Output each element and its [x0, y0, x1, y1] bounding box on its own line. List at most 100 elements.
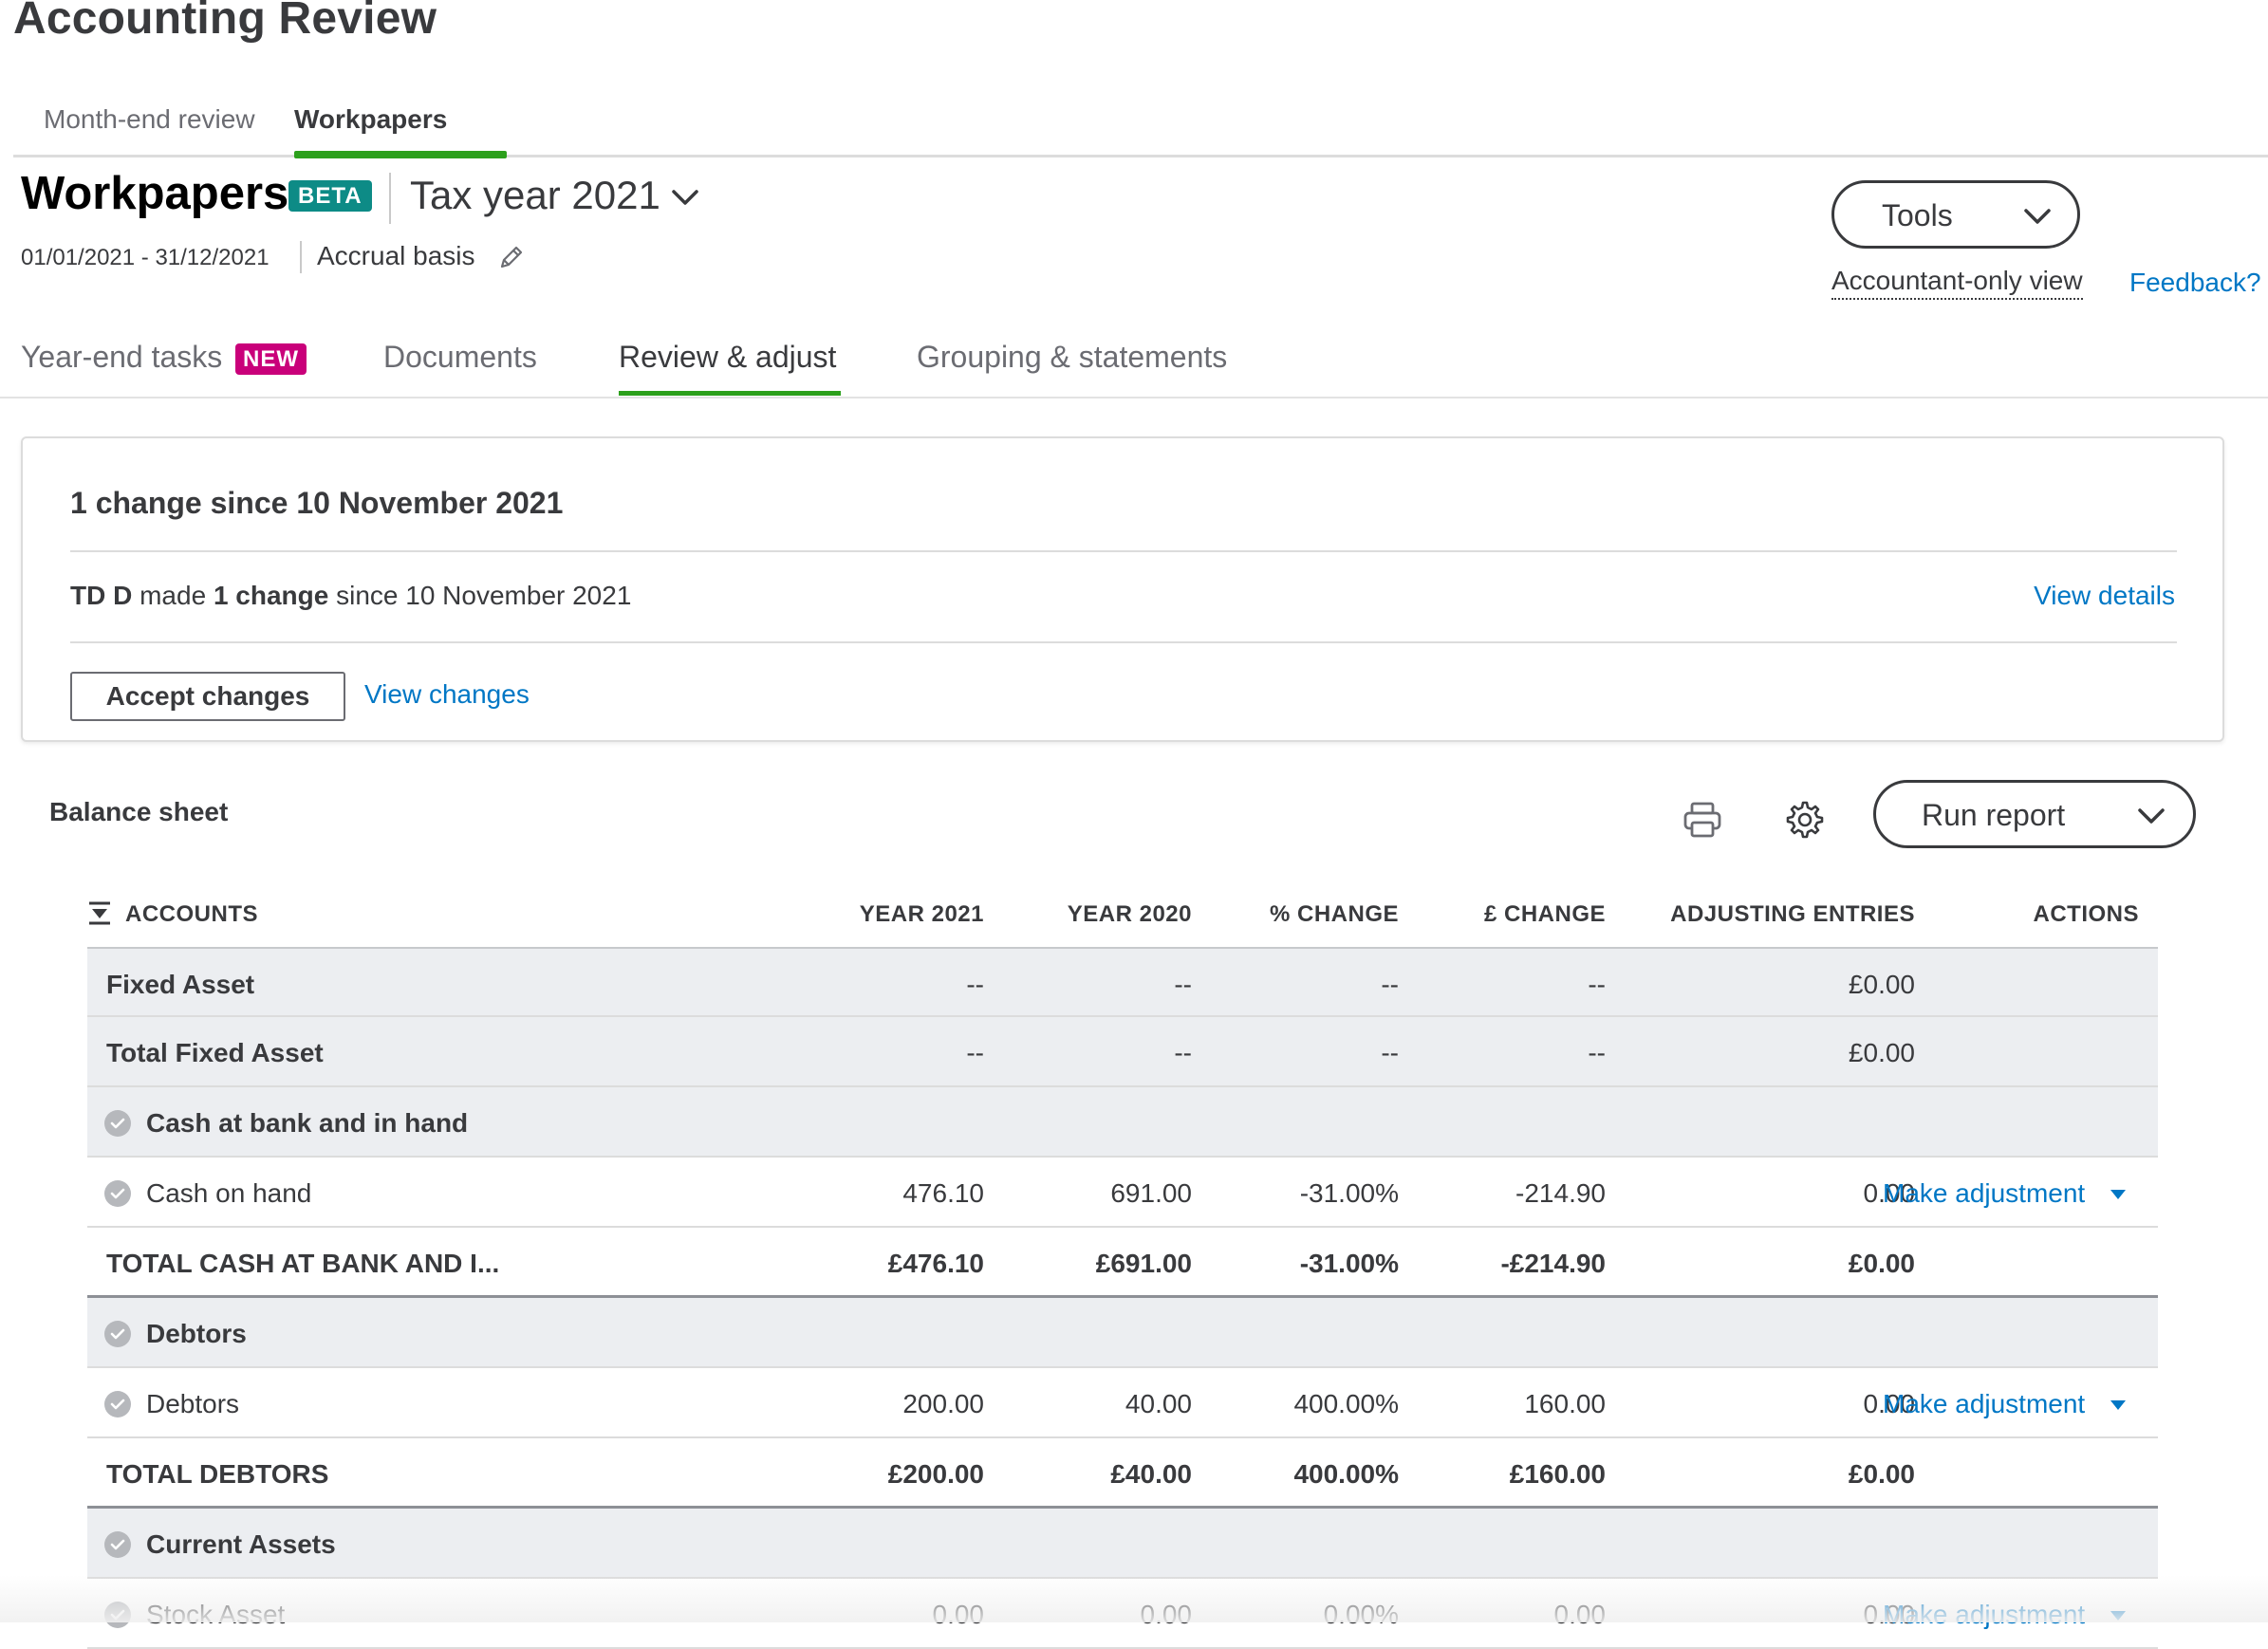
period-range: 01/01/2021 - 31/12/2021 — [21, 245, 270, 270]
change-user: TD D — [70, 581, 133, 610]
table-row: Cash at bank and in hand — [87, 1087, 2158, 1158]
feedback-link[interactable]: Feedback? — [2129, 268, 2261, 298]
caret-down-icon[interactable] — [2109, 1188, 2128, 1201]
cell-pct-change: 400.00% — [1293, 1459, 1399, 1489]
view-changes-link[interactable]: View changes — [364, 679, 530, 710]
sub-tabs: Year-end tasks Documents Review & adjust… — [0, 332, 2268, 398]
table-row: Debtors — [87, 1298, 2158, 1368]
cell-account: Debtors — [146, 1389, 240, 1418]
cell-gbp-change: -£214.90 — [1500, 1249, 1606, 1278]
cell-gbp-change: £160.00 — [1509, 1459, 1606, 1489]
chevron-down-icon — [2138, 808, 2165, 824]
view-details-link[interactable]: View details — [2034, 581, 2175, 611]
table-body: Fixed Asset -- -- -- -- £0.00 Total Fixed Asse… — [87, 947, 2158, 1649]
cell-year-2021: 476.10 — [902, 1178, 984, 1208]
cell-adjusting-entries: £0.00 — [1848, 1249, 1915, 1278]
cell-pct-change: 400.00% — [1293, 1389, 1399, 1418]
cell-account: Debtors — [146, 1319, 247, 1348]
caret-down-icon[interactable] — [2109, 1399, 2128, 1412]
cell-year-2020: £40.00 — [1110, 1459, 1192, 1489]
table-row: Debtors 200.00 40.00 400.00% 160.00 0.00 Make … — [87, 1368, 2158, 1438]
tools-button[interactable]: Tools — [1831, 180, 2080, 249]
accept-changes-button[interactable]: Accept changes — [70, 672, 345, 721]
cell-adjusting-entries: £0.00 — [1848, 1038, 1915, 1067]
change-count: 1 change — [213, 581, 329, 610]
status-dot-icon — [104, 1531, 131, 1558]
cell-year-2020: 691.00 — [1110, 1178, 1192, 1208]
table-row: Cash on hand 476.10 691.00 -31.00% -214.90 0.… — [87, 1158, 2158, 1228]
tab-year-end-tasks[interactable]: Year-end tasks — [21, 340, 222, 375]
col-year-2020[interactable]: YEAR 2020 — [1068, 901, 1192, 928]
changes-card: 1 change since 10 November 2021 TD D mad… — [21, 436, 2224, 742]
cell-gbp-change: -214.90 — [1515, 1178, 1606, 1208]
new-badge: NEW — [235, 343, 307, 375]
top-tabs: Month-end review Workpapers — [13, 95, 2268, 157]
tools-label: Tools — [1882, 198, 1953, 232]
change-since-text: since 10 November 2021 — [328, 581, 632, 610]
tab-documents[interactable]: Documents — [383, 340, 537, 375]
cell-account: TOTAL DEBTORS — [106, 1459, 329, 1489]
tab-month-end-review[interactable]: Month-end review — [44, 104, 255, 154]
chevron-down-icon — [2024, 209, 2051, 224]
cell-gbp-change: -- — [1588, 970, 1606, 999]
status-dot-icon — [104, 1110, 131, 1137]
active-subtab-indicator — [619, 391, 841, 396]
gear-icon[interactable] — [1784, 799, 1826, 841]
cell-year-2020: -- — [1174, 970, 1192, 999]
col-actions: ACTIONS — [2033, 901, 2139, 927]
make-adjustment-link[interactable]: Make adjustment — [1883, 1389, 2085, 1419]
app-title: Accounting Review — [13, 0, 437, 44]
run-report-button[interactable]: Run report — [1873, 780, 2196, 848]
accountant-only-view-link[interactable]: Accountant-only view — [1831, 266, 2083, 300]
change-made-text: made — [132, 581, 214, 610]
divider — [70, 641, 2177, 643]
cell-account: Fixed Asset — [106, 970, 255, 999]
cell-gbp-change: -- — [1588, 1038, 1606, 1067]
pencil-icon[interactable] — [497, 243, 526, 271]
tab-workpapers[interactable]: Workpapers — [294, 104, 447, 154]
cell-account: Total Fixed Asset — [106, 1038, 324, 1067]
accounting-basis: Accrual basis — [317, 241, 475, 270]
change-summary: TD D made 1 change since 10 November 202… — [70, 581, 631, 611]
balance-sheet-table: ACCOUNTS YEAR 2021 YEAR 2020 % CHANGE £ … — [87, 882, 2158, 1649]
changes-title: 1 change since 10 November 2021 — [70, 486, 564, 520]
scroll-fade — [0, 1575, 2268, 1622]
make-adjustment-link[interactable]: Make adjustment — [1883, 1178, 2085, 1209]
cell-year-2021: -- — [966, 970, 984, 999]
run-report-label: Run report — [1922, 798, 2066, 832]
cell-year-2021: -- — [966, 1038, 984, 1067]
cell-pct-change: -31.00% — [1299, 1249, 1399, 1278]
cell-year-2020: -- — [1174, 1038, 1192, 1067]
tab-grouping-statements[interactable]: Grouping & statements — [917, 340, 1227, 375]
cell-pct-change: -- — [1381, 1038, 1399, 1067]
col-year-2021[interactable]: YEAR 2021 — [860, 901, 984, 928]
tab-review-adjust[interactable]: Review & adjust — [619, 340, 836, 375]
balance-sheet-title: Balance sheet — [49, 797, 229, 826]
table-row: Fixed Asset -- -- -- -- £0.00 — [87, 947, 2158, 1017]
print-icon[interactable] — [1682, 799, 1723, 841]
cell-account: Cash at bank and in hand — [146, 1108, 469, 1138]
sort-icon[interactable] — [87, 899, 112, 926]
cell-adjusting-entries: £0.00 — [1848, 1459, 1915, 1489]
cell-year-2021: £476.10 — [887, 1249, 984, 1278]
cell-account: TOTAL CASH AT BANK AND I... — [106, 1249, 500, 1278]
col-accounts[interactable]: ACCOUNTS — [125, 901, 258, 928]
status-dot-icon — [104, 1391, 131, 1417]
status-dot-icon — [104, 1180, 131, 1207]
page-title: Workpapers — [21, 168, 289, 219]
divider — [70, 550, 2177, 552]
cell-pct-change: -31.00% — [1299, 1178, 1399, 1208]
table-row: TOTAL CASH AT BANK AND I... £476.10 £691.0… — [87, 1228, 2158, 1298]
cell-pct-change: -- — [1381, 970, 1399, 999]
chevron-down-icon[interactable] — [670, 186, 700, 209]
tax-year-selector[interactable]: Tax year 2021 — [410, 173, 660, 218]
table-row: Current Assets — [87, 1509, 2158, 1579]
cell-account: Current Assets — [146, 1529, 336, 1559]
col-adjusting-entries[interactable]: ADJUSTING ENTRIES — [1670, 901, 1915, 928]
table-header: ACCOUNTS YEAR 2021 YEAR 2020 % CHANGE £ … — [87, 882, 2158, 947]
col-gbp-change[interactable]: £ CHANGE — [1484, 901, 1606, 928]
cell-account: Cash on hand — [146, 1178, 312, 1208]
cell-year-2020: 40.00 — [1125, 1389, 1192, 1418]
active-tab-indicator — [294, 151, 507, 158]
col-pct-change[interactable]: % CHANGE — [1270, 901, 1399, 928]
